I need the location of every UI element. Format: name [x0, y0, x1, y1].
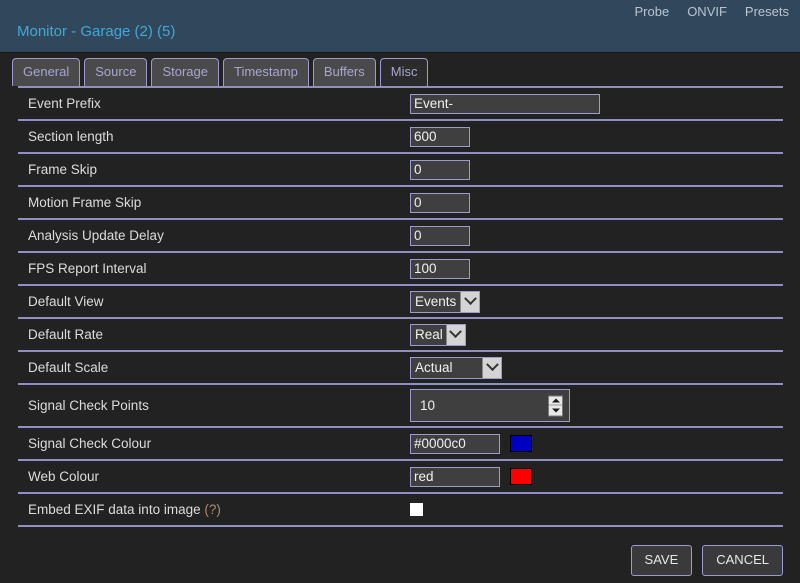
frame-skip-input[interactable]: [410, 159, 470, 180]
spinner-icon[interactable]: [548, 395, 563, 416]
default-rate-value: Real: [415, 327, 443, 342]
field-signal-check-colour: [410, 433, 783, 454]
save-button[interactable]: SAVE: [630, 545, 693, 576]
web-colour-input[interactable]: [410, 466, 500, 487]
row-embed-exif: Embed EXIF data into image (?): [18, 494, 783, 527]
row-frame-skip: Frame Skip: [18, 154, 783, 187]
label-section-length: Section length: [28, 128, 114, 144]
row-motion-frame-skip: Motion Frame Skip: [18, 187, 783, 220]
analysis-update-delay-input[interactable]: [410, 225, 470, 246]
field-default-view: Events: [410, 290, 783, 313]
chevron-down-icon[interactable]: [445, 324, 465, 345]
label-analysis-update-delay: Analysis Update Delay: [28, 227, 164, 243]
label-default-scale: Default Scale: [28, 359, 109, 375]
chevron-down-icon[interactable]: [460, 291, 479, 312]
section-length-input[interactable]: [410, 126, 470, 147]
row-fps-report-interval: FPS Report Interval: [18, 253, 783, 286]
motion-frame-skip-input[interactable]: [410, 192, 470, 213]
field-default-scale: Actual: [410, 356, 783, 379]
web-colour-swatch[interactable]: [510, 468, 532, 485]
row-event-prefix: Event Prefix: [18, 88, 783, 121]
field-analysis-update-delay: [410, 225, 783, 246]
tab-general[interactable]: General: [12, 58, 81, 86]
default-scale-value: Actual: [415, 360, 453, 375]
misc-settings-form: Event Prefix Section length Frame Skip M…: [18, 86, 783, 527]
row-default-scale: Default Scale Actual: [18, 352, 783, 385]
label-motion-frame-skip: Motion Frame Skip: [28, 194, 142, 210]
tab-buffers[interactable]: Buffers: [312, 58, 376, 86]
header-link-group: Probe ONVIF Presets: [634, 3, 789, 21]
event-prefix-input[interactable]: [410, 93, 600, 114]
row-signal-check-colour: Signal Check Colour: [18, 428, 783, 461]
chevron-down-icon[interactable]: [482, 357, 501, 378]
tab-misc[interactable]: Misc: [379, 58, 429, 87]
label-signal-check-colour: Signal Check Colour: [28, 435, 152, 451]
default-view-value: Events: [415, 294, 457, 309]
signal-check-points-value: 10: [420, 398, 436, 413]
tab-storage[interactable]: Storage: [151, 58, 219, 86]
page-title[interactable]: Monitor - Garage (2) (5): [17, 22, 175, 42]
field-section-length: [410, 126, 783, 147]
cancel-button[interactable]: CANCEL: [702, 545, 783, 576]
field-fps-report-interval: [410, 258, 783, 279]
app-header: Probe ONVIF Presets Monitor - Garage (2)…: [0, 0, 800, 53]
label-default-rate: Default Rate: [28, 326, 104, 342]
field-event-prefix: [410, 93, 783, 114]
row-section-length: Section length: [18, 121, 783, 154]
row-signal-check-points: Signal Check Points 10: [18, 385, 783, 428]
tab-bar: General Source Storage Timestamp Buffers…: [0, 53, 800, 87]
row-analysis-update-delay: Analysis Update Delay: [18, 220, 783, 253]
presets-link[interactable]: Presets: [745, 3, 789, 21]
embed-exif-text: Embed EXIF data into image: [28, 501, 205, 517]
embed-exif-help-icon[interactable]: (?): [204, 502, 221, 517]
row-default-view: Default View Events: [18, 286, 783, 319]
onvif-link[interactable]: ONVIF: [687, 3, 727, 21]
label-frame-skip: Frame Skip: [28, 161, 98, 177]
field-frame-skip: [410, 159, 783, 180]
probe-link[interactable]: Probe: [634, 3, 669, 21]
spinner-down-icon[interactable]: [549, 406, 562, 416]
label-fps-report-interval: FPS Report Interval: [28, 260, 147, 276]
form-actions: SAVE CANCEL: [630, 545, 783, 576]
tab-timestamp[interactable]: Timestamp: [223, 58, 309, 86]
label-web-colour: Web Colour: [28, 468, 100, 484]
field-default-rate: Real: [410, 323, 783, 346]
field-signal-check-points: 10: [410, 389, 783, 422]
label-embed-exif: Embed EXIF data into image (?): [18, 502, 410, 518]
spinner-up-icon[interactable]: [549, 396, 562, 406]
label-signal-check-points: Signal Check Points: [28, 397, 149, 413]
field-motion-frame-skip: [410, 192, 783, 213]
field-web-colour: [410, 466, 783, 487]
default-rate-select[interactable]: Real: [410, 323, 466, 346]
default-view-select[interactable]: Events: [410, 290, 480, 313]
row-web-colour: Web Colour: [18, 461, 783, 494]
label-default-view: Default View: [28, 293, 104, 309]
row-default-rate: Default Rate Real: [18, 319, 783, 352]
embed-exif-checkbox[interactable]: [410, 503, 423, 516]
fps-report-interval-input[interactable]: [410, 258, 470, 279]
signal-check-points-stepper[interactable]: 10: [410, 389, 570, 422]
signal-check-colour-input[interactable]: [410, 433, 500, 454]
signal-check-colour-swatch[interactable]: [510, 435, 532, 452]
tab-source[interactable]: Source: [84, 58, 148, 86]
field-embed-exif: [410, 503, 783, 516]
default-scale-select[interactable]: Actual: [410, 356, 502, 379]
label-event-prefix: Event Prefix: [28, 95, 101, 111]
